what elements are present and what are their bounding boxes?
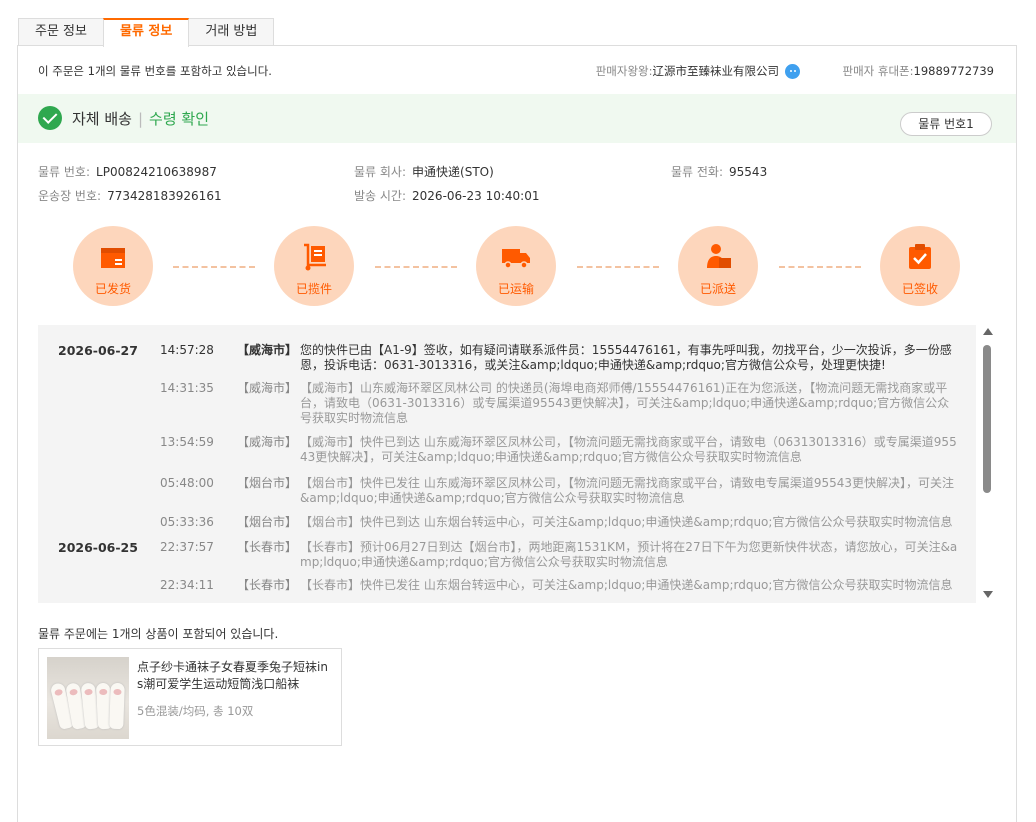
logistics-panel: 이 주문은 1개의 물류 번호를 포함하고 있습니다. 판매자왕왕: 辽源市至臻…	[17, 45, 1017, 822]
ship-time-label: 발송 시간:	[354, 189, 407, 203]
step-signed: 已签收	[880, 226, 960, 306]
progress-connector	[577, 266, 659, 268]
step-shipped: 已发货	[73, 226, 153, 306]
delivery-type: 자체 배송	[72, 110, 132, 128]
ship-time-row: 발송 시간: 2026-06-23 10:40:01	[354, 187, 539, 204]
product-title[interactable]: 点子纱卡通袜子女春夏季兔子短袜ins潮可爱学生运动短筒浅口船袜	[137, 659, 333, 693]
logistics-phone-value: 95543	[729, 165, 768, 179]
log-time: 22:37:57	[160, 540, 214, 554]
waybill-number-value: 773428183926161	[107, 189, 222, 203]
log-city: 【威海市】	[237, 343, 298, 357]
progress-connector	[779, 266, 861, 268]
log-time: 22:34:11	[160, 578, 214, 592]
tab-bar: 주문 정보 물류 정보 거래 방법	[18, 18, 275, 47]
log-city: 【烟台市】	[237, 515, 298, 529]
log-city: 【威海市】	[237, 381, 298, 395]
step-picked-up-label: 已揽件	[295, 282, 332, 296]
logistics-number-button[interactable]: 물류 번호1	[900, 112, 992, 136]
log-date: 2026-06-25	[58, 540, 138, 555]
tracking-log[interactable]: 2026-06-27 14:57:28 【威海市】 您的快件已由【A1-9】签收…	[38, 325, 976, 603]
receipt-confirmed: 수령 확인	[149, 110, 209, 128]
logistics-company-row: 물류 회사: 申通快递(STO)	[354, 163, 494, 180]
log-message: 【烟台市】快件已发往 山东威海环翠区凤林公司，【物流问题无需找商家或平台，请致电…	[300, 476, 954, 505]
log-message: 【长春市】快件已发往 山东烟台转运中心，可关注&amp;ldquo;申通快递&a…	[300, 578, 953, 592]
log-message: 【烟台市】快件已到达 山东烟台转运中心，可关注&amp;ldquo;申通快递&a…	[300, 515, 953, 529]
ship-time-value: 2026-06-23 10:40:01	[412, 189, 540, 203]
log-city: 【长春市】	[237, 578, 298, 592]
check-circle-icon	[38, 106, 62, 130]
hand-truck-icon	[304, 243, 326, 271]
clipboard-check-icon	[909, 244, 931, 269]
step-shipped-label: 已发货	[94, 282, 131, 296]
scroll-down-arrow-icon[interactable]	[983, 591, 993, 598]
step-signed-label: 已签收	[901, 282, 938, 296]
logistics-number-label: 물류 번호:	[38, 165, 91, 179]
scroll-up-arrow-icon[interactable]	[983, 328, 993, 335]
product-image[interactable]	[47, 657, 129, 739]
sock-figure	[109, 682, 125, 730]
log-time: 05:48:00	[160, 476, 214, 490]
waybill-number-row: 운송장 번호: 773428183926161	[38, 187, 222, 204]
step-in-transit-label: 已运输	[497, 282, 534, 296]
progress-connector	[375, 266, 457, 268]
log-time: 05:33:36	[160, 515, 214, 529]
logistics-phone-label: 물류 전화:	[671, 165, 724, 179]
progress-connector	[173, 266, 255, 268]
log-time: 14:57:28	[160, 343, 214, 357]
logistics-number-value: LP00824210638987	[96, 165, 217, 179]
log-city: 【长春市】	[237, 540, 298, 554]
delivery-status-bar: 자체 배송 | 수령 확인 물류 번호1	[18, 94, 1016, 143]
log-scrollbar[interactable]	[980, 325, 994, 603]
log-message: 【长春市】预计06月27日到达【烟台市】，两地距离1531KM，预计将在27日下…	[300, 540, 958, 569]
log-city: 【烟台市】	[237, 476, 298, 490]
product-card[interactable]: 点子纱卡通袜子女春夏季兔子短袜ins潮可爱学生运动短筒浅口船袜 5色混装/均码,…	[38, 648, 342, 746]
seller-phone: 판매자 휴대폰:19889772739	[843, 63, 995, 79]
chat-bubble-icon[interactable]	[785, 63, 800, 79]
tab-trade-method[interactable]: 거래 방법	[188, 18, 275, 46]
delivery-status: 자체 배송 | 수령 확인	[72, 108, 209, 129]
tab-order-info[interactable]: 주문 정보	[18, 18, 104, 46]
log-message: 【威海市】快件已到达 山东威海环翠区凤林公司，【物流问题无需找商家或平台，请致电…	[300, 435, 957, 464]
step-out-for-delivery-label: 已派送	[699, 282, 736, 296]
seller-name[interactable]: 辽源市至臻袜业有限公司	[653, 63, 780, 79]
logistics-phone-row: 물류 전화: 95543	[671, 163, 767, 180]
log-city: 【威海市】	[237, 435, 298, 449]
step-out-for-delivery: 已派送	[678, 226, 758, 306]
tab-logistics-info[interactable]: 물류 정보	[102, 18, 190, 47]
step-in-transit: 已运输	[476, 226, 556, 306]
seller-info: 판매자왕왕: 辽源市至臻袜业有限公司	[596, 63, 800, 79]
logistics-company-value: 申通快递(STO)	[412, 165, 494, 179]
status-separator: |	[137, 110, 144, 128]
seller-label: 판매자왕왕:	[595, 64, 653, 78]
courier-icon	[707, 244, 731, 268]
seller-phone-label: 판매자 휴대폰:	[842, 64, 914, 78]
product-spec: 5色混装/均码, 총 10双	[137, 704, 254, 718]
log-date: 2026-06-27	[58, 343, 138, 358]
delivery-truck-icon	[502, 249, 530, 269]
step-picked-up: 已揽件	[274, 226, 354, 306]
logistics-summary: 이 주문은 1개의 물류 번호를 포함하고 있습니다.	[38, 64, 272, 78]
delivery-progress: 已发货 已揽件 已运输 已派送 已签收	[73, 226, 961, 306]
products-summary: 물류 주문에는 1개의 상품이 포함되어 있습니다.	[38, 627, 279, 641]
scrollbar-thumb[interactable]	[983, 345, 991, 493]
logistics-company-label: 물류 회사:	[354, 165, 407, 179]
seller-phone-value: 19889772739	[913, 64, 994, 78]
log-time: 14:31:35	[160, 381, 214, 395]
box-icon	[101, 248, 125, 268]
logistics-number-row: 물류 번호: LP00824210638987	[38, 163, 217, 180]
log-time: 13:54:59	[160, 435, 214, 449]
log-message: 您的快件已由【A1-9】签收，如有疑问请联系派件员：15554476161，有事…	[300, 343, 952, 372]
log-message: 【威海市】山东威海环翠区凤林公司 的快递员(海埠电商郑师傅/1555447616…	[300, 381, 950, 425]
waybill-number-label: 운송장 번호:	[38, 189, 102, 203]
